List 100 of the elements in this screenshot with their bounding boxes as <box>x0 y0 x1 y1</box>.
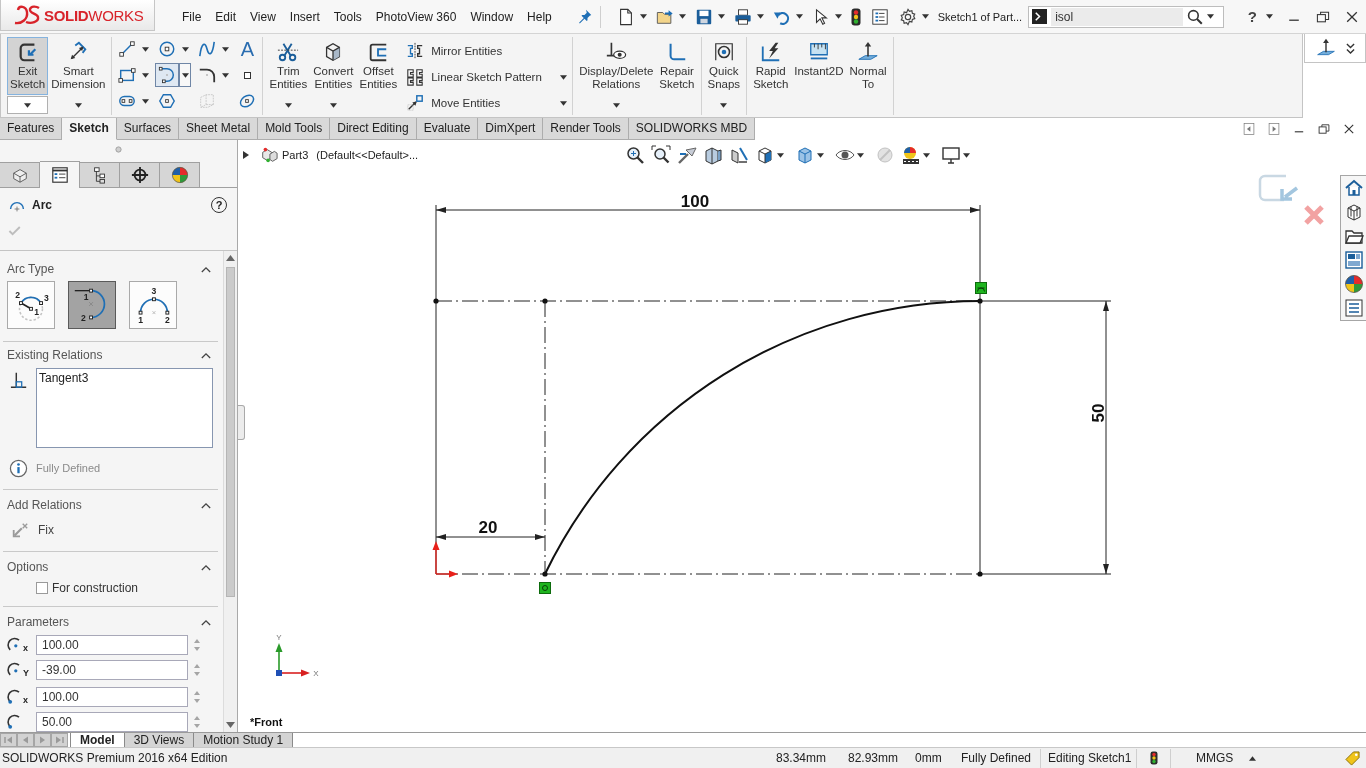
caret-icon[interactable] <box>612 102 620 108</box>
annotation-view-icon[interactable] <box>729 145 749 165</box>
panel-tab[interactable] <box>40 161 80 188</box>
chevron-up-icon[interactable] <box>201 618 211 626</box>
menu-item[interactable]: Tools <box>326 8 369 25</box>
dropdown-button[interactable] <box>179 63 192 87</box>
command-button[interactable]: Smart Dimension <box>48 37 109 95</box>
section-title[interactable]: Parameters <box>7 615 70 629</box>
traffic-light-icon[interactable] <box>1149 751 1158 765</box>
tab[interactable]: Sheet Metal <box>179 118 259 140</box>
caret-icon[interactable] <box>756 14 764 19</box>
panel-tab[interactable] <box>80 162 120 187</box>
sketch-point[interactable] <box>977 298 983 304</box>
scroll-up-icon[interactable] <box>226 255 235 261</box>
scrollbar[interactable] <box>223 251 237 732</box>
chevron-up-icon[interactable] <box>201 265 211 273</box>
arrow-on-plane-icon[interactable] <box>1315 38 1336 58</box>
command-button[interactable]: Quick Snaps <box>704 37 744 95</box>
checkbox-label[interactable]: For construction <box>52 581 139 595</box>
command-button[interactable]: Mirror Entities <box>403 39 558 63</box>
caret-icon[interactable] <box>329 102 337 108</box>
home-icon[interactable] <box>1343 178 1364 198</box>
tab[interactable]: 3D Views <box>124 733 195 747</box>
dimension-value[interactable]: 100 <box>680 192 710 211</box>
menu-item[interactable]: PhotoView 360 <box>368 8 464 25</box>
tab[interactable]: Render Tools <box>543 118 629 140</box>
list-icon[interactable] <box>1343 298 1364 318</box>
section-title[interactable]: Arc Type <box>7 262 55 276</box>
zoom-to-fit-icon[interactable] <box>625 145 645 165</box>
tab[interactable]: SOLIDWORKS MBD <box>628 118 756 140</box>
help-button[interactable]: ? <box>1245 8 1259 25</box>
caret-icon[interactable] <box>795 14 803 19</box>
close-icon[interactable] <box>1342 122 1356 136</box>
caret-icon[interactable] <box>1207 14 1215 19</box>
caret-icon[interactable] <box>1266 14 1273 19</box>
caret-icon[interactable] <box>639 14 647 19</box>
number-field[interactable]: 100.00 <box>36 635 188 655</box>
list-item[interactable]: Tangent3 <box>39 371 89 386</box>
dimension-value[interactable]: 20 <box>478 518 498 537</box>
command-button[interactable]: Display/Delete Relations <box>576 37 657 95</box>
previous-view-icon[interactable] <box>677 145 697 165</box>
search-icon[interactable] <box>1187 8 1204 25</box>
scroll-down-icon[interactable] <box>226 722 235 728</box>
caret-icon[interactable] <box>817 152 824 158</box>
tab[interactable]: Direct Editing <box>330 118 417 140</box>
search-field[interactable]: isol <box>1028 5 1225 28</box>
command-button[interactable]: Normal To <box>846 37 890 95</box>
restore-icon[interactable] <box>1317 122 1331 136</box>
section-view-icon[interactable] <box>703 145 723 165</box>
caret-icon[interactable] <box>678 14 686 19</box>
command-button[interactable]: Rapid Sketch <box>750 37 792 95</box>
settings-icon[interactable] <box>898 7 917 26</box>
tab[interactable]: Features <box>0 118 63 140</box>
command-button[interactable]: Convert Entities <box>310 37 357 95</box>
section-title[interactable]: Existing Relations <box>7 348 103 362</box>
menu-item[interactable]: View <box>243 8 283 25</box>
pin-icon[interactable] <box>576 9 592 24</box>
caret-icon[interactable] <box>559 100 567 106</box>
caret-icon[interactable] <box>963 152 970 158</box>
caret-icon[interactable] <box>857 152 864 158</box>
chevron-up-icon[interactable] <box>201 501 211 509</box>
part-name[interactable]: Part3 <box>282 149 309 161</box>
caret-icon[interactable] <box>222 46 229 52</box>
caret-icon[interactable] <box>182 46 189 52</box>
caret-icon[interactable] <box>142 72 149 78</box>
command-button[interactable]: Trim Entities <box>266 37 311 95</box>
command-button[interactable]: Offset Entities <box>356 37 401 95</box>
expand-triangle-icon[interactable] <box>243 151 249 159</box>
display-style-icon[interactable] <box>795 145 815 165</box>
command-button[interactable]: Repair Sketch <box>656 37 698 95</box>
caret-icon[interactable] <box>142 98 149 104</box>
list-icon[interactable] <box>870 7 889 26</box>
sketch-point[interactable] <box>977 571 983 577</box>
number-field[interactable]: -39.00 <box>36 660 188 680</box>
arc-type-button[interactable]: 3 1 2 <box>129 281 177 329</box>
arc-type-button[interactable]: 2 1 3 <box>7 281 55 329</box>
number-field[interactable]: 100.00 <box>36 687 188 707</box>
tab[interactable]: Surfaces <box>116 118 180 140</box>
color-ball-icon[interactable] <box>1343 274 1364 294</box>
dimension-line[interactable] <box>1103 300 1109 575</box>
tab[interactable]: Sketch <box>62 118 117 140</box>
command-button[interactable]: Instant2D <box>791 37 847 95</box>
panel-tab[interactable] <box>120 162 160 187</box>
tab[interactable]: Evaluate <box>416 118 479 140</box>
origin-icon[interactable] <box>432 541 458 578</box>
sketch-point[interactable] <box>542 571 548 577</box>
chevron-up-icon[interactable] <box>201 351 211 359</box>
caret-icon[interactable] <box>284 102 292 108</box>
menu-item[interactable]: Window <box>463 8 521 25</box>
caret-icon[interactable] <box>777 152 784 158</box>
zoom-to-area-icon[interactable] <box>651 145 671 165</box>
view-palette-icon[interactable] <box>1343 250 1364 270</box>
caret-icon[interactable] <box>717 14 725 19</box>
sketch-point[interactable] <box>433 298 439 304</box>
tab[interactable]: DimXpert <box>478 118 544 140</box>
caret-icon[interactable] <box>720 102 728 108</box>
command-button[interactable]: Exit Sketch <box>7 37 49 95</box>
tab[interactable]: Mold Tools <box>258 118 331 140</box>
tile-left-icon[interactable] <box>1242 122 1256 136</box>
command-button[interactable]: Linear Sketch Pattern <box>403 65 558 89</box>
